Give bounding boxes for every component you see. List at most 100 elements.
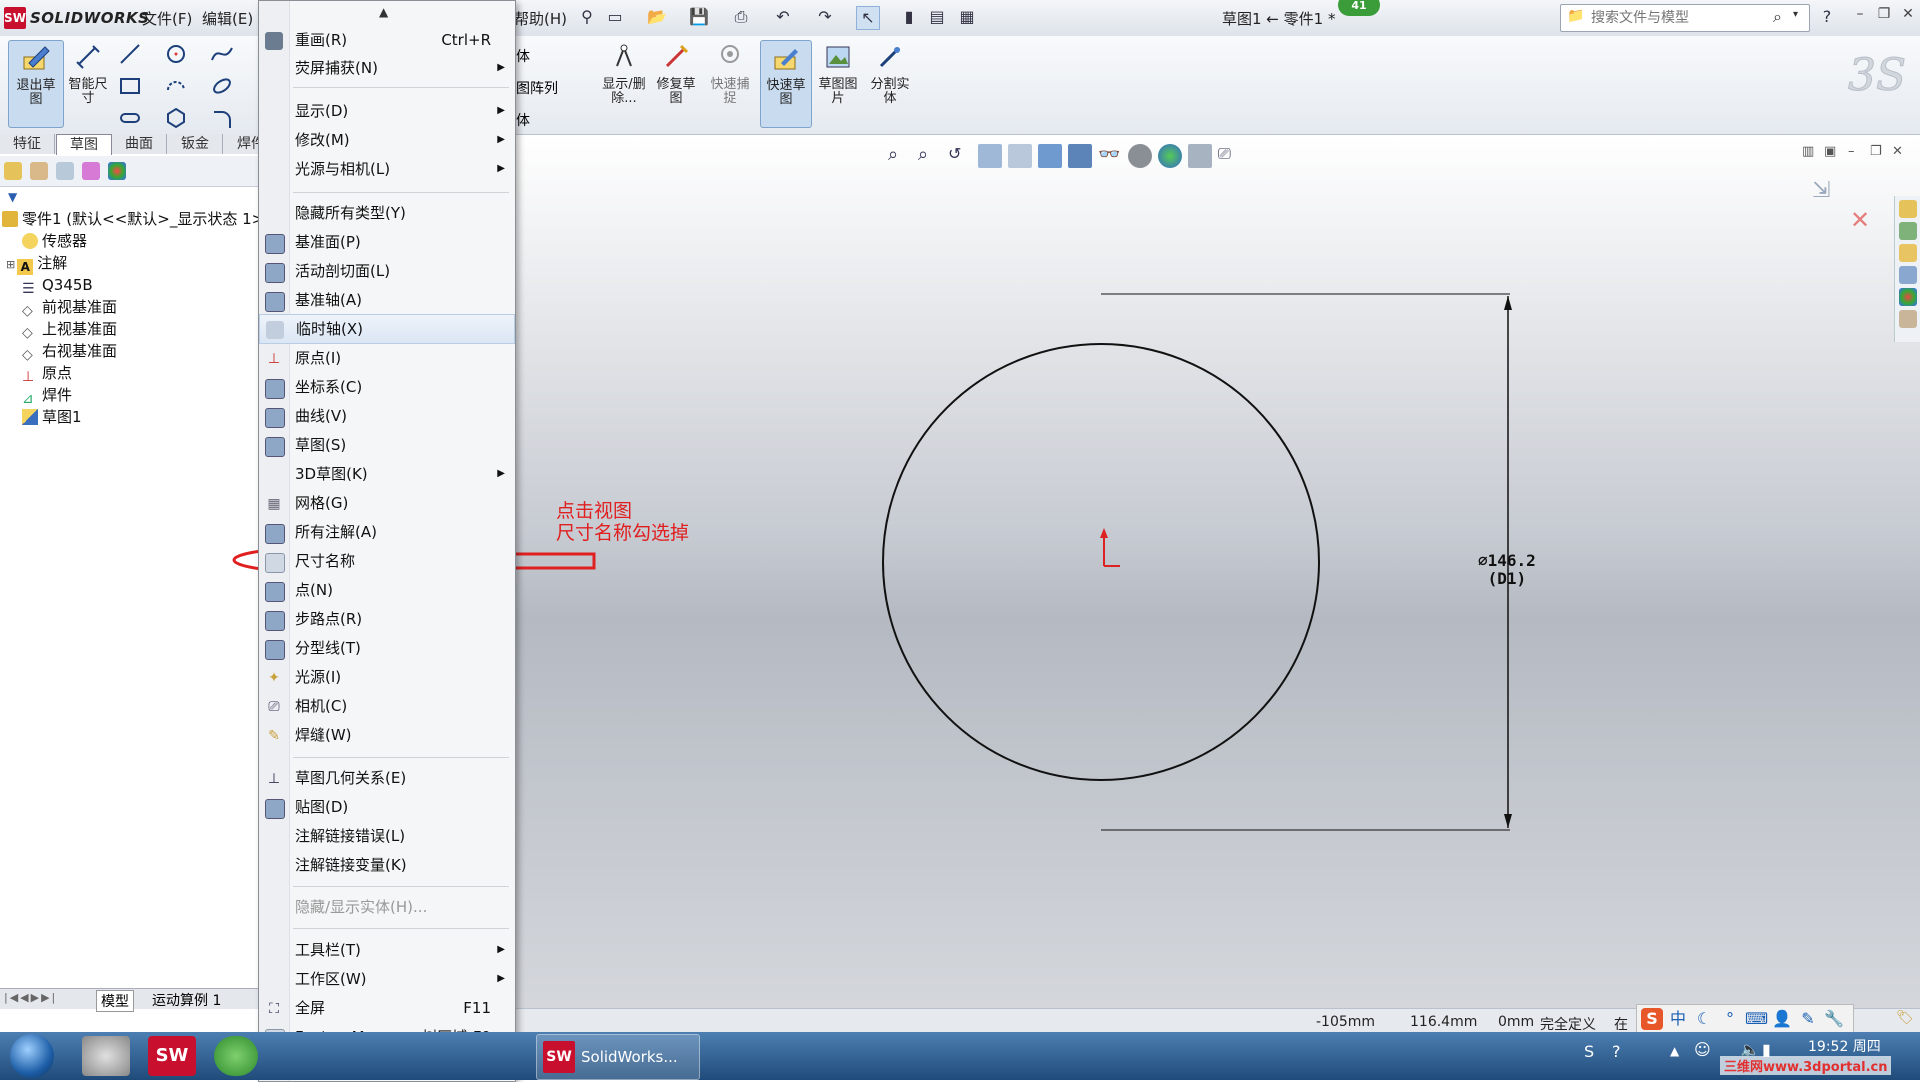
display-manager-icon[interactable] xyxy=(108,162,126,180)
menu-item-lights[interactable]: ✦ 光源(I) xyxy=(259,663,513,691)
polygon-icon[interactable] xyxy=(164,106,188,130)
exit-sketch-button[interactable]: 退出草图 xyxy=(8,40,64,128)
tab-scroll-arrows[interactable]: |◀◀▶▶| xyxy=(4,991,57,1004)
tree-item-right-plane[interactable]: ◇ 右视基准面 xyxy=(22,340,117,363)
dimension-label[interactable]: ∅146.2 (D1) xyxy=(1478,552,1536,588)
menu-item-display[interactable]: 显示(D) ▶ xyxy=(259,97,513,125)
tree-item-material[interactable]: ☰ Q345B xyxy=(22,274,93,297)
menu-item-all-annotations[interactable]: 所有注解(A) xyxy=(259,518,513,546)
menu-item-hide-show-bodies[interactable]: 隐藏/显示实体(H)... xyxy=(259,893,513,921)
sketch-circle[interactable] xyxy=(882,343,1320,781)
rebuild-icon[interactable]: ▮ xyxy=(898,6,920,28)
ellipse-icon[interactable] xyxy=(210,74,234,98)
options-icon[interactable]: ▦ xyxy=(956,6,978,28)
fillet-icon[interactable] xyxy=(210,106,234,130)
tree-item-top-plane[interactable]: ◇ 上视基准面 xyxy=(22,318,117,341)
menu-item-annotation-link-variables[interactable]: 注解链接变量(K) xyxy=(259,851,513,879)
menu-item-sketch-relations[interactable]: ⊥ 草图几何关系(E) xyxy=(259,764,513,792)
menu-item-planes[interactable]: 基准面(P) xyxy=(259,228,513,256)
menu-item-dimension-names[interactable]: 尺寸名称 xyxy=(259,547,513,575)
split-body-button[interactable]: 分割实体 xyxy=(866,40,914,106)
menu-item-grid[interactable]: ▦ 网格(G) xyxy=(259,489,513,517)
filter-icon[interactable]: ▼ xyxy=(8,190,17,204)
quick-snap-button[interactable]: 快速捕捉 xyxy=(706,40,754,106)
tab-motion-study[interactable]: 运动算例 1 xyxy=(148,990,225,1010)
menu-item-3d-sketch[interactable]: 3D草图(K) ▶ xyxy=(259,460,513,488)
tree-item-sensors[interactable]: 传感器 xyxy=(22,230,87,252)
line-icon[interactable] xyxy=(118,42,142,66)
search-box[interactable]: 📁 ⌕ ▾ xyxy=(1560,4,1810,32)
notification-badge[interactable]: 41 xyxy=(1338,0,1380,16)
menu-item-cameras[interactable]: ⎚ 相机(C) xyxy=(259,692,513,720)
tree-item-sketch1[interactable]: 草图1 xyxy=(22,406,82,428)
menu-help[interactable]: 帮助(H) xyxy=(514,8,567,29)
menu-item-full-screen[interactable]: ⛶ 全屏 F11 xyxy=(259,994,513,1022)
tree-item-front-plane[interactable]: ◇ 前视基准面 xyxy=(22,296,117,319)
menu-item-coordinate-systems[interactable]: 坐标系(C) xyxy=(259,373,513,401)
quick-sketch-button[interactable]: 快速草图 xyxy=(760,40,812,128)
smart-dimension-button[interactable]: 智能尺寸 xyxy=(64,40,112,106)
sogou-icon[interactable]: S xyxy=(1641,1008,1663,1030)
open-folder-icon[interactable]: 📂 xyxy=(646,6,668,28)
circle-icon[interactable] xyxy=(164,42,188,66)
menu-item-axes[interactable]: 基准轴(A) xyxy=(259,286,513,314)
menu-item-curves[interactable]: 曲线(V) xyxy=(259,402,513,430)
menu-item-redraw[interactable]: 重画(R) Ctrl+R xyxy=(259,26,513,54)
tab-features[interactable]: 特征 xyxy=(0,134,55,154)
taskbar-clock[interactable]: 19:52 周四 xyxy=(1808,1036,1881,1056)
print-icon[interactable]: ⎙ xyxy=(730,6,752,28)
ime-tools-icon[interactable]: 🔧 xyxy=(1823,1008,1845,1030)
menu-file[interactable]: 文件(F) xyxy=(142,8,192,29)
view-palette-icon[interactable] xyxy=(1899,266,1917,284)
tree-item-origin[interactable]: ⊥ 原点 xyxy=(22,362,72,385)
dimxpert-icon[interactable] xyxy=(82,162,100,180)
new-file-icon[interactable]: ▭ xyxy=(604,6,626,28)
menu-item-modify[interactable]: 修改(M) ▶ xyxy=(259,126,513,154)
menu-item-parting-lines[interactable]: 分型线(T) xyxy=(259,634,513,662)
solidworks-resources-icon[interactable] xyxy=(1899,200,1917,218)
ime-moon-icon[interactable]: ☾ xyxy=(1693,1008,1715,1030)
menu-item-lights-cameras[interactable]: 光源与相机(L) ▶ xyxy=(259,155,513,183)
tree-item-weldment[interactable]: ⊿ 焊件 xyxy=(22,384,72,407)
status-tag-icon[interactable]: 🏷 xyxy=(1896,1010,1914,1026)
menu-item-points[interactable]: 点(N) xyxy=(259,576,513,604)
chevron-down-icon[interactable]: ▾ xyxy=(1793,9,1798,20)
redo-icon[interactable]: ↷ xyxy=(814,6,836,28)
tab-surfaces[interactable]: 曲面 xyxy=(112,134,167,154)
search-icon[interactable]: ⌕ xyxy=(1773,7,1782,27)
rectangle-icon[interactable] xyxy=(118,74,142,98)
spline-icon[interactable] xyxy=(210,42,234,66)
close-icon[interactable]: ✕ xyxy=(1898,6,1918,24)
pin-icon[interactable]: ⚲ xyxy=(576,6,598,28)
tray-sogou-icon[interactable]: S xyxy=(1584,1042,1594,1061)
sketch-picture-button[interactable]: 草图图片 xyxy=(814,40,862,106)
taskbar-solidworks-icon[interactable]: SW xyxy=(148,1036,196,1076)
file-explorer-icon[interactable] xyxy=(1899,244,1917,262)
menu-item-weld-beads[interactable]: ✎ 焊缝(W) xyxy=(259,721,513,749)
solidworks-logo[interactable]: SW SOLIDWORKS xyxy=(4,6,149,30)
custom-properties-icon[interactable] xyxy=(1899,310,1917,328)
repair-sketch-button[interactable]: 修复草图 xyxy=(652,40,700,106)
menu-item-route-points[interactable]: 步路点(R) xyxy=(259,605,513,633)
configuration-manager-icon[interactable] xyxy=(56,162,74,180)
ime-skin-icon[interactable]: ✎ xyxy=(1797,1008,1819,1030)
minimize-icon[interactable]: – xyxy=(1850,6,1870,24)
restore-icon[interactable]: ❐ xyxy=(1874,6,1894,24)
tray-expand-icon[interactable]: ▲ xyxy=(1670,1044,1679,1058)
menu-item-live-section-planes[interactable]: 活动剖切面(L) xyxy=(259,257,513,285)
tab-sheet-metal[interactable]: 钣金 xyxy=(168,134,223,154)
tray-qq-icon[interactable]: ☺ xyxy=(1694,1040,1711,1059)
taskbar-solidworks-window[interactable]: SW SolidWorks... xyxy=(536,1034,700,1080)
help-icon[interactable]: ? xyxy=(1816,6,1838,28)
tab-model[interactable]: 模型 xyxy=(96,990,134,1012)
design-library-icon[interactable] xyxy=(1899,222,1917,240)
menu-item-decals[interactable]: 贴图(D) xyxy=(259,793,513,821)
tab-sketch[interactable]: 草图 xyxy=(56,134,112,155)
menu-edit[interactable]: 编辑(E) xyxy=(202,8,253,29)
appearances-icon[interactable] xyxy=(1899,288,1917,306)
ime-punct-icon[interactable]: ° xyxy=(1719,1008,1741,1030)
toolbar-partial-label-2[interactable]: 图阵列 xyxy=(516,78,558,98)
ime-chinese-icon[interactable]: 中 xyxy=(1667,1008,1689,1030)
menu-scroll-up-icon[interactable]: ▲ xyxy=(379,5,388,19)
arc-icon[interactable] xyxy=(164,74,188,98)
